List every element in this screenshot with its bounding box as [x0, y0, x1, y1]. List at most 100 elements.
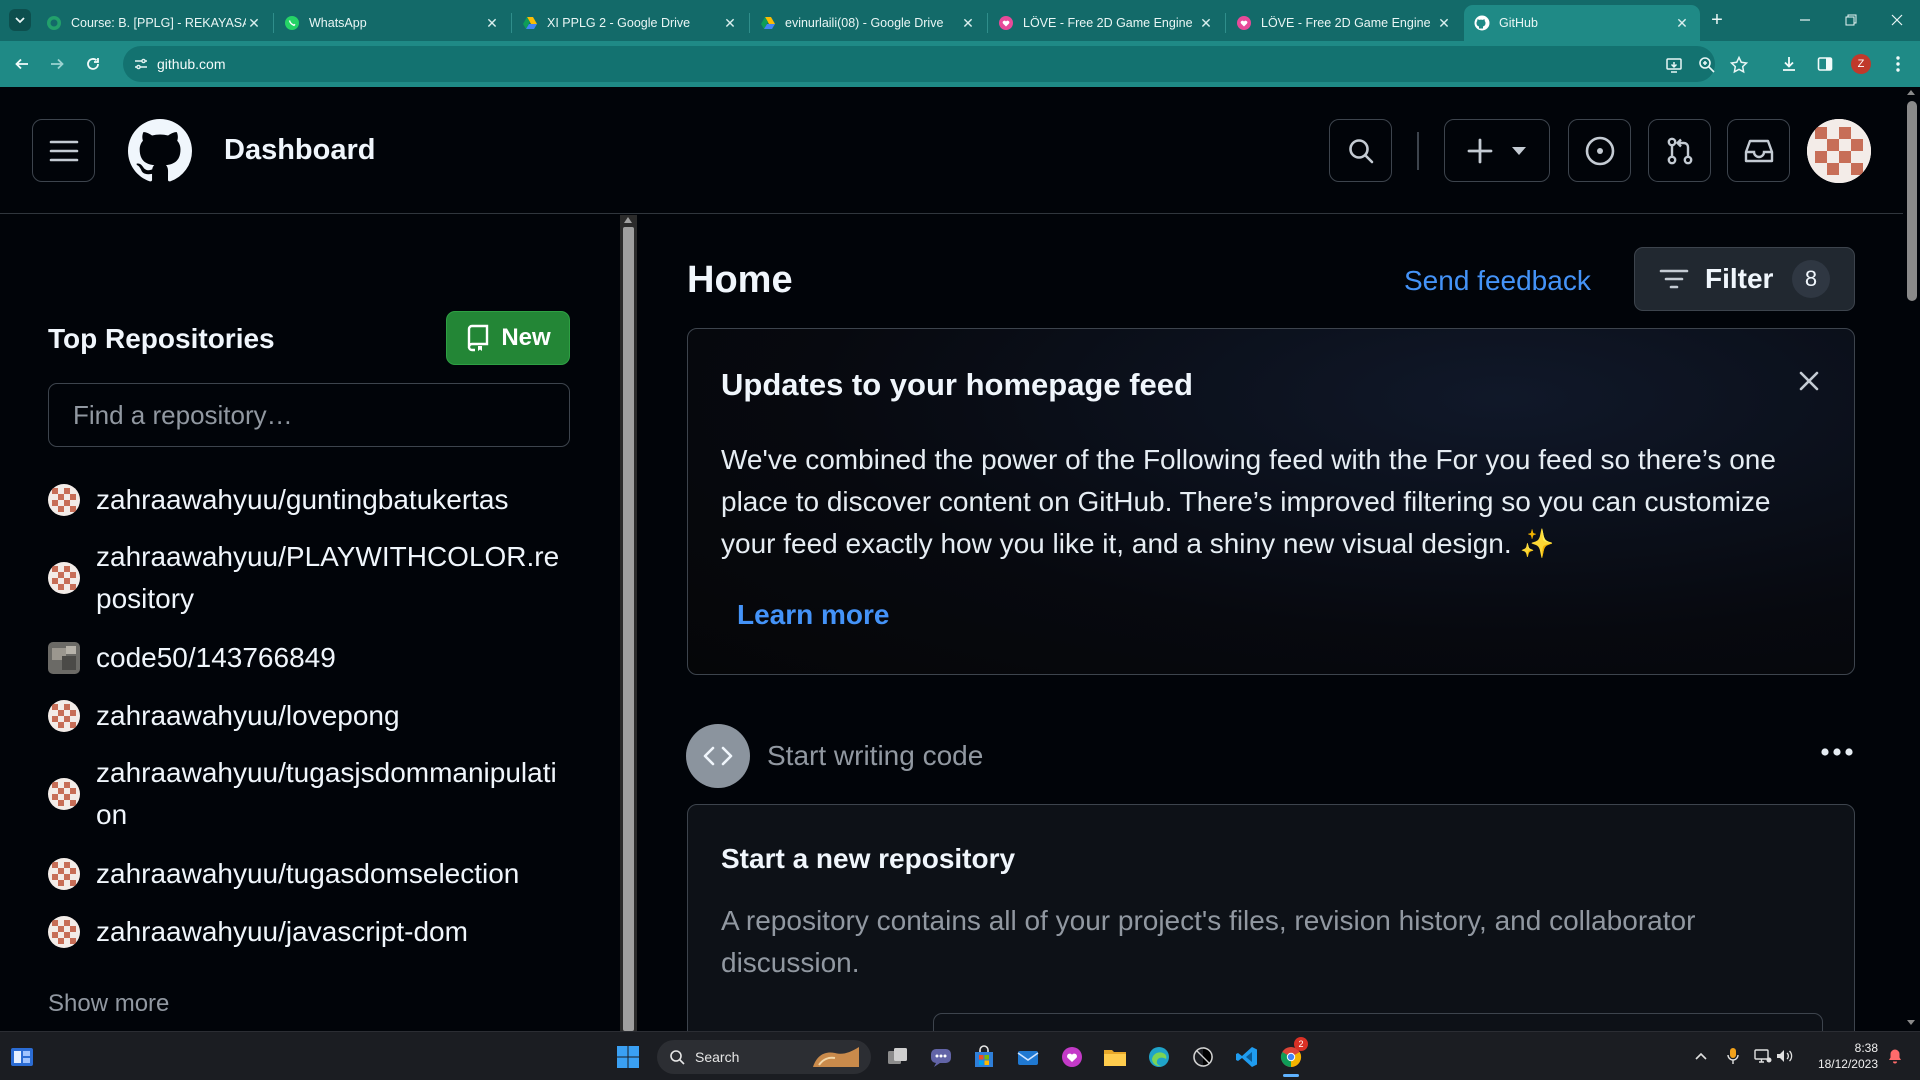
- filter-icon: [1659, 269, 1689, 289]
- repo-name: zahraawahyuu/tugasdomselection: [96, 858, 520, 889]
- more-options-button[interactable]: [1820, 747, 1854, 763]
- arrow-left-icon: [15, 58, 28, 70]
- close-icon[interactable]: ✕: [1436, 15, 1452, 31]
- show-more-link[interactable]: Show more: [48, 990, 169, 1018]
- minimize-icon: [1800, 19, 1810, 21]
- page-scrollbar[interactable]: [1903, 87, 1920, 1031]
- dismiss-button[interactable]: [1797, 369, 1821, 393]
- microphone-icon: [1727, 1048, 1739, 1064]
- repo-link[interactable]: zahraawahyuu/javascript-dom: [48, 911, 588, 953]
- tab-title: Course: B. [PPLG] - REKAYASA P: [71, 16, 246, 30]
- scroll-down-arrow[interactable]: [1907, 1020, 1915, 1025]
- find-repository-input[interactable]: [48, 383, 570, 447]
- notifications-button[interactable]: [1886, 1047, 1904, 1065]
- close-window-button[interactable]: [1874, 6, 1920, 34]
- main-feed: Home Send feedback Filter 8 Updates to y…: [637, 215, 1903, 1031]
- vscode-button[interactable]: [1233, 1043, 1261, 1071]
- repo-link[interactable]: zahraawahyuu/lovepong: [48, 695, 588, 737]
- downloads-button[interactable]: [1775, 50, 1803, 78]
- close-icon[interactable]: ✕: [1198, 15, 1214, 31]
- github-icon: [1474, 15, 1490, 31]
- whatsapp-icon: [284, 15, 300, 31]
- chrome-alt-button[interactable]: [1189, 1043, 1217, 1071]
- back-button[interactable]: [8, 50, 36, 78]
- new-repository-button[interactable]: New: [446, 311, 570, 365]
- speaker-icon: [1777, 1050, 1793, 1062]
- install-app-icon[interactable]: [1665, 55, 1685, 75]
- minimize-button[interactable]: [1782, 6, 1828, 34]
- scrollbar-thumb[interactable]: [623, 227, 634, 1031]
- zoom-icon[interactable]: [1697, 55, 1717, 75]
- chrome-button[interactable]: 2: [1277, 1037, 1308, 1077]
- chevron-up-icon: [1695, 1052, 1707, 1060]
- hamburger-menu-button[interactable]: [32, 119, 95, 182]
- repo-link[interactable]: zahraawahyuu/tugasjsdommanipulation: [48, 752, 588, 836]
- task-view-button[interactable]: [884, 1043, 912, 1071]
- search-button[interactable]: [1329, 119, 1392, 182]
- profile-button[interactable]: Z: [1847, 50, 1875, 78]
- repo-link[interactable]: zahraawahyuu/PLAYWITHCOLOR.repository: [48, 536, 588, 620]
- repo-link[interactable]: code50/143766849: [48, 637, 588, 679]
- pull-requests-button[interactable]: [1648, 119, 1711, 182]
- updates-title: Updates to your homepage feed: [721, 367, 1193, 402]
- browser-tab[interactable]: Course: B. [PPLG] - REKAYASA P ✕: [36, 5, 272, 41]
- create-new-button[interactable]: [1444, 119, 1550, 182]
- arrow-right-icon: [51, 58, 64, 70]
- file-explorer-button[interactable]: [1101, 1043, 1129, 1071]
- repo-link[interactable]: zahraawahyuu/guntingbatukertas: [48, 479, 588, 521]
- send-feedback-link[interactable]: Send feedback: [1404, 265, 1591, 297]
- close-icon[interactable]: ✕: [484, 15, 500, 31]
- learn-more-link[interactable]: Learn more: [737, 599, 890, 631]
- start-button[interactable]: [614, 1043, 642, 1071]
- microsoft-store-button[interactable]: [970, 1043, 998, 1071]
- volume-button[interactable]: [1776, 1047, 1794, 1065]
- github-logo[interactable]: [128, 119, 192, 183]
- filter-button[interactable]: Filter 8: [1634, 247, 1855, 311]
- side-panel-button[interactable]: [1811, 50, 1839, 78]
- edge-button[interactable]: [1145, 1043, 1173, 1071]
- site-info-icon[interactable]: [133, 56, 149, 72]
- repository-name-field[interactable]: [933, 1013, 1823, 1031]
- browser-tab[interactable]: LÖVE - Free 2D Game Engine ✕: [1226, 5, 1462, 41]
- repo-link[interactable]: zahraawahyuu/tugasdomselection: [48, 853, 588, 895]
- close-icon[interactable]: ✕: [246, 15, 262, 31]
- scrollbar-thumb[interactable]: [1907, 101, 1917, 301]
- browser-tab[interactable]: evinurlaili(08) - Google Drive ✕: [750, 5, 986, 41]
- user-avatar[interactable]: [1807, 119, 1871, 183]
- issues-button[interactable]: [1568, 119, 1631, 182]
- circle-app-icon: [1193, 1047, 1213, 1067]
- browser-menu-button[interactable]: [1884, 50, 1912, 78]
- restore-icon: [1845, 14, 1857, 26]
- microphone-button[interactable]: [1724, 1047, 1742, 1065]
- teams-chat-button[interactable]: [927, 1043, 955, 1071]
- browser-tab[interactable]: LÖVE - Free 2D Game Engine ✕: [988, 5, 1224, 41]
- new-tab-button[interactable]: +: [1705, 8, 1729, 32]
- network-button[interactable]: [1754, 1047, 1772, 1065]
- browser-tab[interactable]: XI PPLG 2 - Google Drive ✕: [512, 5, 748, 41]
- download-icon: [1783, 57, 1795, 71]
- love-icon: [1236, 15, 1252, 31]
- forward-button[interactable]: [43, 50, 71, 78]
- browser-tab-active[interactable]: GitHub ✕: [1464, 5, 1700, 41]
- inbox-button[interactable]: [1727, 119, 1790, 182]
- close-icon[interactable]: ✕: [722, 15, 738, 31]
- tab-search-button[interactable]: [9, 9, 31, 31]
- app-button[interactable]: [1058, 1043, 1086, 1071]
- taskbar-search[interactable]: Search: [657, 1040, 871, 1074]
- reload-button[interactable]: [79, 50, 107, 78]
- scroll-up-arrow[interactable]: [624, 217, 632, 223]
- scroll-up-arrow[interactable]: [1907, 90, 1915, 95]
- widgets-button[interactable]: [8, 1043, 36, 1071]
- mail-button[interactable]: [1014, 1043, 1042, 1071]
- bookmark-star-icon[interactable]: [1729, 55, 1749, 75]
- browser-tab[interactable]: WhatsApp ✕: [274, 5, 510, 41]
- sidebar-scrollbar[interactable]: [620, 215, 637, 1031]
- address-bar[interactable]: github.com: [123, 46, 1749, 82]
- system-clock[interactable]: 8:38 18/12/2023: [1800, 1040, 1878, 1072]
- kebab-horizontal-icon: [1821, 748, 1853, 756]
- close-icon[interactable]: ✕: [1674, 15, 1690, 31]
- restore-button[interactable]: [1828, 6, 1874, 34]
- close-icon[interactable]: ✕: [960, 15, 976, 31]
- show-hidden-icons-button[interactable]: [1692, 1047, 1710, 1065]
- page-title[interactable]: Dashboard: [224, 134, 375, 167]
